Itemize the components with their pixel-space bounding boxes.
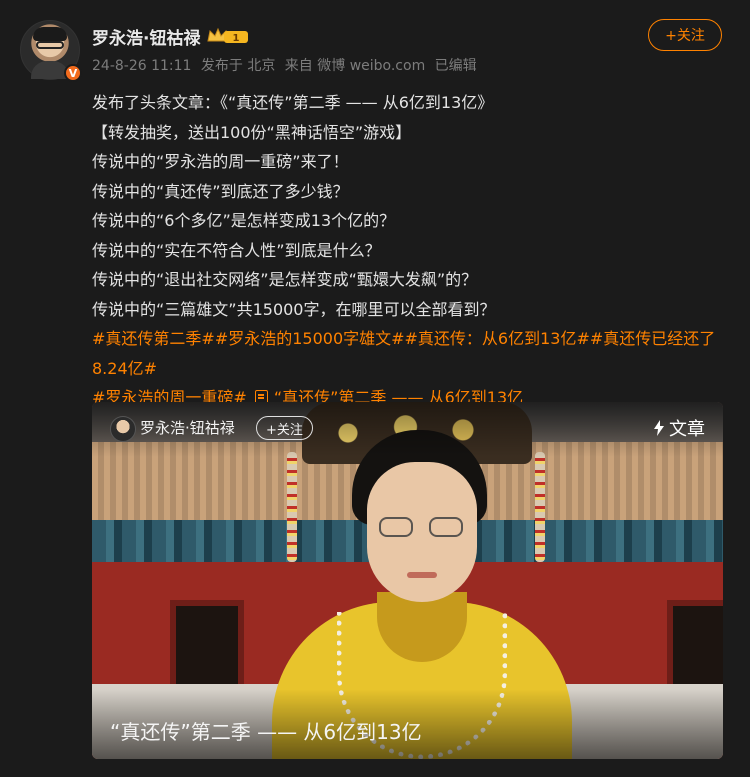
content-line: 发布了头条文章：《“真还传”第二季 —— 从6亿到13亿》 (92, 93, 494, 112)
content-line: 传说中的“罗永浩的周一重磅”来了！ (92, 152, 349, 171)
content-line: 传说中的“三篇雄文”共15000字，在哪里可以全部看到？ (92, 299, 496, 319)
card-title[interactable]: “真还传”第二季 —— 从6亿到13亿 (110, 716, 422, 745)
content-line: 【转发抽奖，送出100份“黑神话悟空”游戏】 (92, 122, 412, 142)
avatar-hair (33, 27, 67, 41)
tassel-ornament (287, 452, 297, 562)
hashtag-list[interactable]: #真还传第二季##罗永浩的15000字雄文##真还传：从6亿到13亿##真还传已… (92, 324, 732, 383)
glasses-lens (429, 517, 463, 537)
figure-face (367, 462, 477, 602)
post-date[interactable]: 24-8-26 11:11 (92, 58, 191, 74)
lightning-icon (654, 420, 664, 436)
card-follow-button[interactable]: +关注 (256, 416, 313, 440)
verified-badge: V (64, 64, 82, 82)
weibo-post: V 罗永浩·钮祜禄 1 24-8-26 11:11 发布于 北京 来自 微博 w… (0, 0, 750, 777)
content-line: 传说中的“真还传”到底还了多少钱？ (92, 181, 349, 201)
level-number: 1 (233, 33, 240, 44)
article-card[interactable]: 罗永浩·钮祜禄 +关注 文章 “真还传”第二季 —— 从6亿到13亿 (92, 402, 723, 759)
post-content: 发布了头条文章：《“真还传”第二季 —— 从6亿到13亿》 【转发抽奖，送出10… (92, 88, 732, 413)
card-type-text: 文章 (669, 419, 705, 440)
content-line: 传说中的“6个多亿”是怎样变成13个亿的？ (92, 211, 396, 230)
card-type-label: 文章 (654, 415, 705, 441)
content-line: 传说中的“实在不符合人性”到底是什么？ (92, 240, 381, 260)
figure-mouth (407, 572, 437, 578)
card-author-name[interactable]: 罗永浩·钮祜禄 (140, 417, 235, 438)
avatar-glasses (36, 41, 64, 49)
post-meta: 24-8-26 11:11 发布于 北京 来自 微博 weibo.com 已编辑 (92, 55, 482, 75)
tassel-ornament (535, 452, 545, 562)
glasses-lens (379, 517, 413, 537)
post-edited[interactable]: 已编辑 (435, 58, 477, 74)
author-name[interactable]: 罗永浩·钮祜禄 (92, 24, 200, 49)
follow-button[interactable]: +关注 (648, 19, 722, 51)
content-line: 传说中的“退出社交网络”是怎样变成“甄嬛大发飙”的？ (92, 270, 478, 289)
crown-level-badge-icon: 1 (207, 27, 248, 44)
card-author-avatar[interactable] (110, 416, 136, 442)
post-source: 来自 微博 weibo.com (284, 58, 426, 74)
post-location: 发布于 北京 (200, 58, 276, 74)
